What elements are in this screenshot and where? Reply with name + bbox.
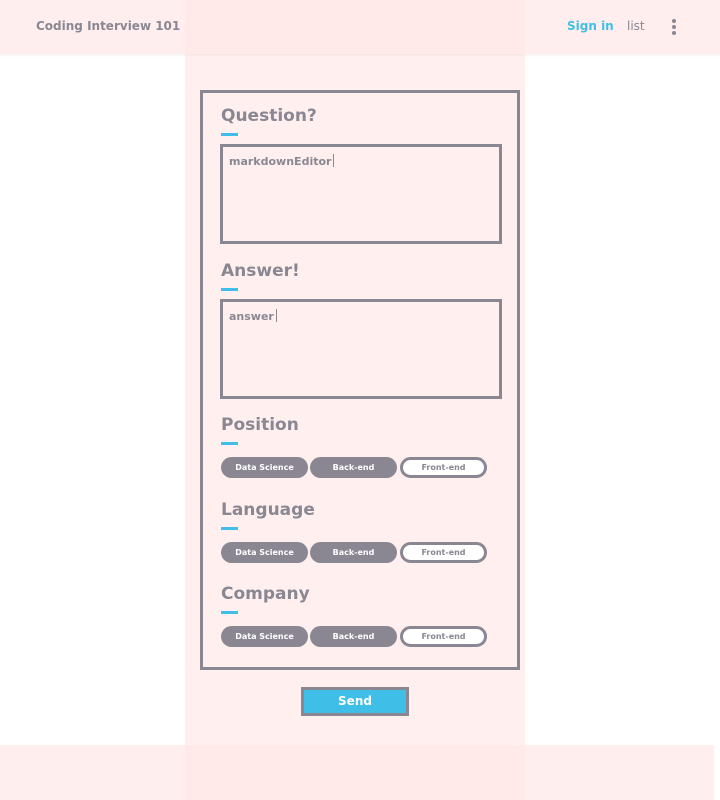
answer-editor[interactable]: answer — [220, 299, 502, 399]
position-title: Position — [221, 415, 299, 435]
list-link[interactable]: list — [627, 19, 645, 33]
top-app-bar: Coding Interview 101 Sign in list — [0, 0, 720, 54]
company-chip-data-science[interactable]: Data Science — [221, 626, 308, 647]
position-chip-front-end[interactable]: Front-end — [400, 457, 487, 478]
question-title: Question? — [221, 106, 317, 126]
company-title: Company — [221, 584, 310, 604]
language-chip-back-end[interactable]: Back-end — [310, 542, 397, 563]
text-caret — [333, 154, 335, 167]
question-editor-text: markdownEditor — [229, 155, 332, 168]
language-chip-data-science[interactable]: Data Science — [221, 542, 308, 563]
send-button[interactable]: Send — [301, 687, 409, 716]
company-chip-front-end[interactable]: Front-end — [400, 626, 487, 647]
position-chip-back-end[interactable]: Back-end — [310, 457, 397, 478]
position-title-underline — [221, 442, 238, 445]
language-title-underline — [221, 527, 238, 530]
company-title-underline — [221, 611, 238, 614]
language-title: Language — [221, 500, 315, 520]
sign-in-link[interactable]: Sign in — [567, 19, 614, 33]
text-caret — [275, 309, 277, 322]
app-title: Coding Interview 101 — [36, 19, 181, 33]
footer-bar — [0, 745, 714, 800]
question-title-underline — [221, 133, 238, 136]
answer-editor-text: answer — [229, 310, 274, 323]
language-chip-front-end[interactable]: Front-end — [400, 542, 487, 563]
company-chip-back-end[interactable]: Back-end — [310, 626, 397, 647]
question-markdown-editor[interactable]: markdownEditor — [220, 144, 502, 244]
answer-title: Answer! — [221, 261, 300, 281]
answer-title-underline — [221, 288, 238, 291]
kebab-menu-icon[interactable] — [670, 19, 678, 37]
position-chip-data-science[interactable]: Data Science — [221, 457, 308, 478]
